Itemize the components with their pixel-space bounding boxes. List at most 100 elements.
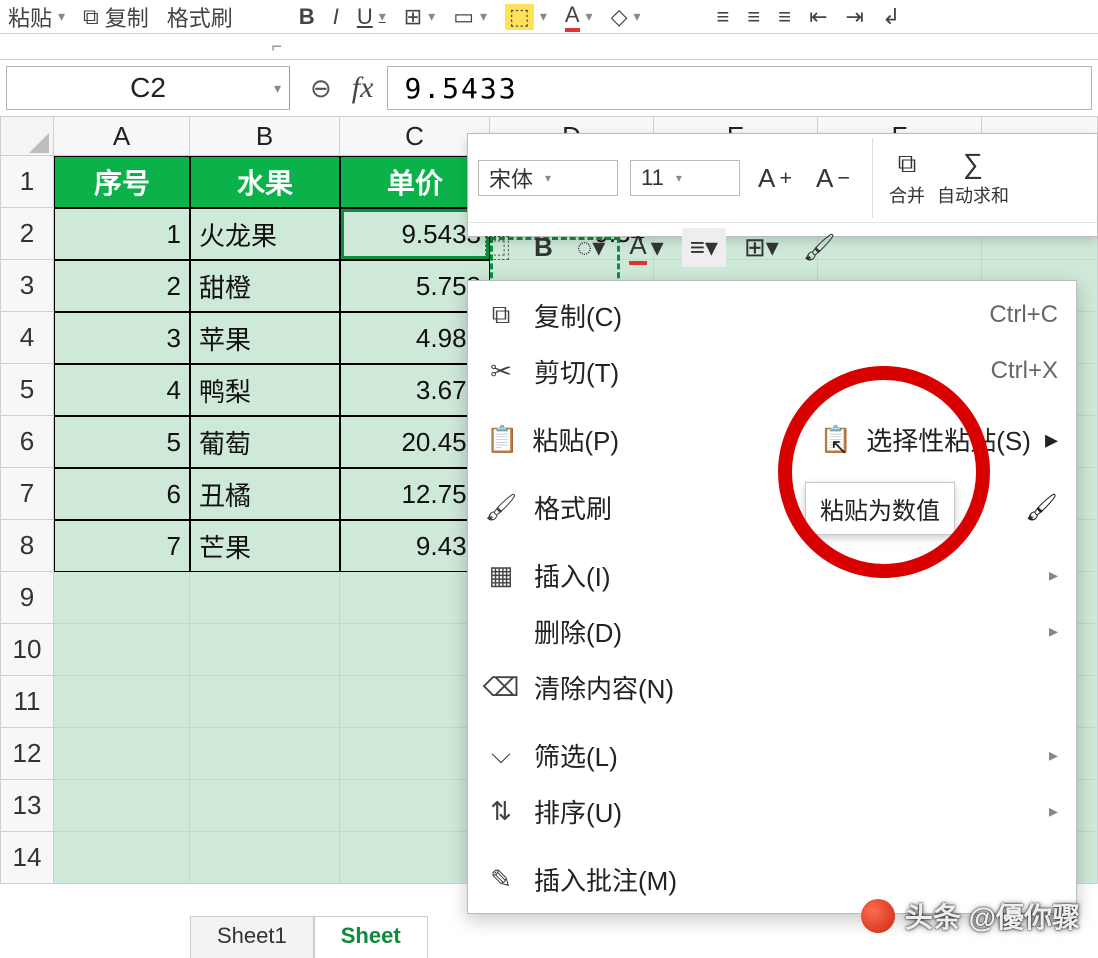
row-header[interactable]: 5 xyxy=(0,364,54,416)
ctx-sort[interactable]: ⇅ 排序(U) ▸ xyxy=(468,783,1076,839)
ctx-cut[interactable]: ✂ 剪切(T) Ctrl+X xyxy=(468,343,1076,399)
cell[interactable] xyxy=(190,780,340,832)
cell-name[interactable]: 葡萄 xyxy=(190,416,340,468)
align-center-button[interactable]: ≡ xyxy=(747,4,760,30)
copy-button[interactable]: ⧉ 复制 xyxy=(83,1,149,33)
select-area-button[interactable]: ⿴ xyxy=(478,227,516,268)
chevron-down-icon[interactable]: ▾ xyxy=(274,80,281,97)
cell-seq[interactable]: 2 xyxy=(54,260,190,312)
row-header[interactable]: 3 xyxy=(0,260,54,312)
cell[interactable] xyxy=(190,572,340,624)
row-header[interactable]: 4 xyxy=(0,312,54,364)
cell[interactable] xyxy=(190,676,340,728)
ctx-filter[interactable]: ⌵ 筛选(L) ▸ xyxy=(468,727,1076,783)
cell-seq[interactable]: 5 xyxy=(54,416,190,468)
cell[interactable] xyxy=(54,780,190,832)
name-box[interactable]: C2 ▾ xyxy=(6,66,290,110)
font-name-select[interactable]: 宋体▾ xyxy=(478,160,618,196)
row-header[interactable]: 13 xyxy=(0,780,54,832)
chevron-right-icon: ▸ xyxy=(1049,565,1058,586)
format-painter-button[interactable]: 格式刷 xyxy=(167,1,233,33)
ctx-insert[interactable]: ▦ 插入(I) ▸ xyxy=(468,547,1076,603)
cell-style-button[interactable]: ▭▾ xyxy=(453,4,487,30)
row-header[interactable]: 10 xyxy=(0,624,54,676)
align-button[interactable]: ≡▾ xyxy=(682,228,726,267)
font-color-button[interactable]: A▾ xyxy=(623,228,669,267)
ctx-copy[interactable]: ⧉ 复制(C) Ctrl+C xyxy=(468,287,1076,343)
row-header[interactable]: 6 xyxy=(0,416,54,468)
font-color-button[interactable]: A▾ xyxy=(565,2,593,32)
select-all-corner[interactable] xyxy=(0,116,54,156)
wrap-button[interactable]: ↲ xyxy=(882,4,900,30)
ctx-filter-label: 筛选(L) xyxy=(534,737,1058,774)
ctx-insert-comment[interactable]: ✎ 插入批注(M) xyxy=(468,851,1076,907)
dialog-launcher-icon[interactable]: ⌐ xyxy=(271,36,282,57)
cell-name[interactable]: 甜橙 xyxy=(190,260,340,312)
header-fruit[interactable]: 水果 xyxy=(190,156,340,208)
col-header-B[interactable]: B xyxy=(190,116,340,156)
cell-name[interactable]: 苹果 xyxy=(190,312,340,364)
row-header[interactable]: 11 xyxy=(0,676,54,728)
row-header[interactable]: 14 xyxy=(0,832,54,884)
fill-color-button[interactable]: ⬚▾ xyxy=(505,4,547,30)
zoom-out-icon[interactable]: ⊖ xyxy=(304,73,338,104)
underline-button[interactable]: U▾ xyxy=(357,4,386,30)
col-header-A[interactable]: A xyxy=(54,116,190,156)
cell-seq[interactable]: 7 xyxy=(54,520,190,572)
indent-button[interactable]: ⇤ xyxy=(809,4,827,30)
font-size-select[interactable]: 11▾ xyxy=(630,160,740,196)
sheet-tab-active[interactable]: Sheet xyxy=(314,916,428,958)
cell[interactable] xyxy=(54,624,190,676)
cell-seq[interactable]: 4 xyxy=(54,364,190,416)
cell[interactable] xyxy=(54,728,190,780)
fill-button[interactable]: ◇▾ xyxy=(611,4,641,30)
fx-label[interactable]: fx xyxy=(352,71,374,105)
ctx-clear[interactable]: ⌫ 清除内容(N) xyxy=(468,659,1076,715)
row-header[interactable]: 8 xyxy=(0,520,54,572)
fill-color-button[interactable]: ◌▾ xyxy=(571,230,612,265)
row-header[interactable]: 1 xyxy=(0,156,54,208)
increase-font-button[interactable]: A+ xyxy=(752,161,798,196)
format-painter-button[interactable]: 🖌 xyxy=(797,230,842,265)
cell[interactable] xyxy=(190,624,340,676)
cell-name[interactable]: 丑橘 xyxy=(190,468,340,520)
bold-button[interactable]: B xyxy=(299,4,315,30)
cell-seq[interactable]: 3 xyxy=(54,312,190,364)
cell[interactable] xyxy=(190,832,340,884)
cell[interactable] xyxy=(54,676,190,728)
cell-seq[interactable]: 1 xyxy=(54,208,190,260)
border-button[interactable]: ⊞▾ xyxy=(738,230,785,265)
cell-name[interactable]: 火龙果 xyxy=(190,208,340,260)
format-painter-plus-icon[interactable]: 🖌 xyxy=(1025,492,1058,523)
border-button[interactable]: ⊞▾ xyxy=(404,4,435,30)
ctx-delete[interactable]: 删除(D) ▸ xyxy=(468,603,1076,659)
cell-seq[interactable]: 6 xyxy=(54,468,190,520)
outdent-button[interactable]: ⇥ xyxy=(846,4,864,30)
row-header[interactable]: 2 xyxy=(0,208,54,260)
cell[interactable] xyxy=(54,572,190,624)
ctx-format-painter[interactable]: 🖌 格式刷 🖌 xyxy=(468,479,1076,535)
cell-name[interactable]: 鸭梨 xyxy=(190,364,340,416)
bold-button[interactable]: B xyxy=(528,230,559,265)
decrease-font-button[interactable]: A− xyxy=(810,161,856,196)
cell-name[interactable]: 芒果 xyxy=(190,520,340,572)
header-seq[interactable]: 序号 xyxy=(54,156,190,208)
paste-button[interactable]: 粘贴 ▾ xyxy=(8,1,65,33)
align-right-button[interactable]: ≡ xyxy=(778,4,791,30)
align-left-button[interactable]: ≡ xyxy=(717,4,730,30)
formula-input[interactable] xyxy=(387,66,1092,110)
sheet-tab[interactable]: Sheet1 xyxy=(190,916,314,958)
ctx-paste-label[interactable]: 粘贴(P) xyxy=(532,421,619,458)
row-header[interactable]: 7 xyxy=(0,468,54,520)
cell[interactable] xyxy=(54,832,190,884)
chevron-right-icon: ▸ xyxy=(1045,424,1058,455)
italic-button[interactable]: I xyxy=(333,4,339,30)
row-header[interactable]: 12 xyxy=(0,728,54,780)
merge-button[interactable]: ⧉ 合并 xyxy=(889,148,925,208)
row-header[interactable]: 9 xyxy=(0,572,54,624)
paste-special-icon[interactable]: 📋↖ xyxy=(820,424,852,455)
ctx-paste-special-label[interactable]: 选择性粘贴(S) xyxy=(866,421,1031,458)
sigma-icon: ∑ xyxy=(963,148,983,180)
cell[interactable] xyxy=(190,728,340,780)
autosum-button[interactable]: ∑ 自动求和 xyxy=(937,148,1009,208)
